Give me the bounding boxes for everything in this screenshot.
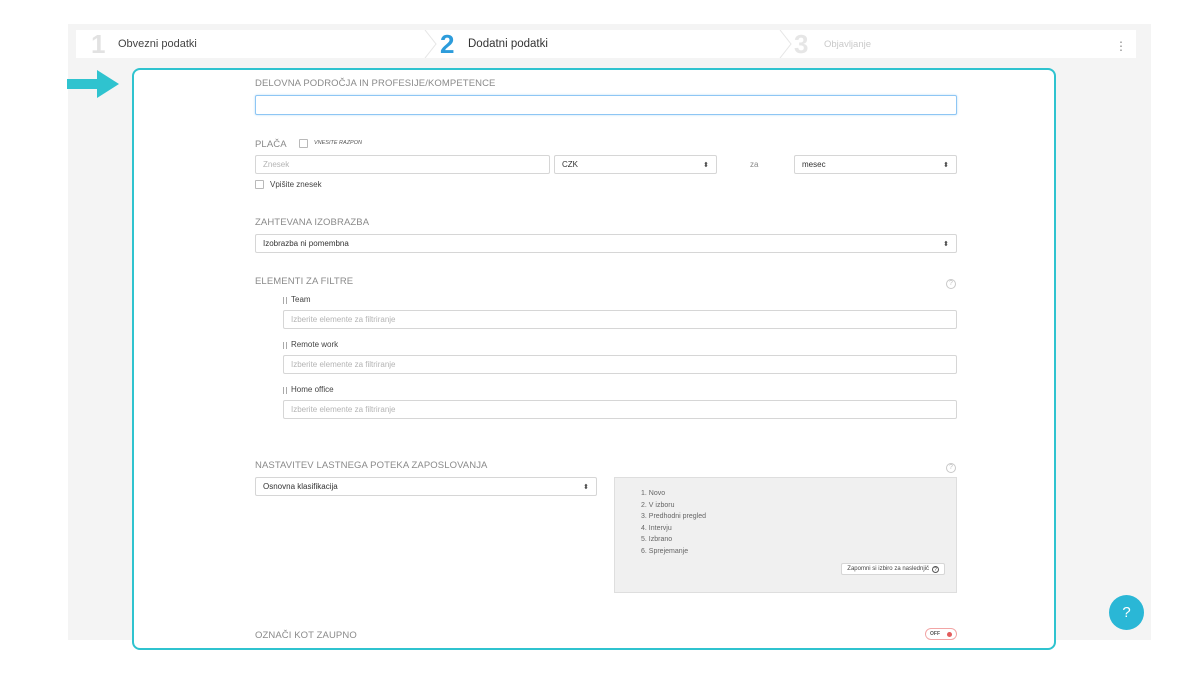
workflow-stage-list: 1. Novo 2. V izboru 3. Predhodni pregled… [641,488,706,557]
question-icon: ? [1122,604,1131,621]
remember-choice-label: Zapomni si izbiro za naslednjič [847,566,929,572]
confidential-title: OZNAČI KOT ZAUPNO [255,630,357,641]
enter-amount-label: Vpišite znesek [270,180,322,189]
workflow-title: NASTAVITEV LASTNEGA POTEKA ZAPOSLOVANJA [255,460,488,471]
additional-data-card: DELOVNA PODROČJA IN PROFESIJE/KOMPETENCE… [132,68,1056,650]
workflow-stage: 2. V izboru [641,501,675,509]
select-arrows-icon: ⬍ [943,240,949,248]
step-label: Dodatni podatki [468,38,548,50]
salary-range-checkbox[interactable] [299,139,308,148]
drag-handle-icon[interactable] [283,342,287,349]
toggle-label: OFF [930,631,940,637]
areas-input[interactable] [255,95,957,115]
filter-input-remote-work[interactable]: Izberite elemente za filtriranje [283,355,957,374]
workflow-stages-panel: 1. Novo 2. V izboru 3. Predhodni pregled… [614,477,957,593]
education-select[interactable]: Izobrazba ni pomembna ⬍ [255,234,957,253]
salary-title: PLAČA [255,139,287,150]
workflow-stage: 4. Intervju [641,524,672,532]
drag-handle-icon[interactable] [283,297,287,304]
toggle-knob [947,631,952,637]
confidential-toggle[interactable]: OFF [925,628,957,640]
period-select[interactable]: mesec ⬍ [794,155,957,174]
enter-amount-checkbox[interactable] [255,180,264,189]
step-separator [424,30,437,58]
salary-per-label: za [750,160,759,169]
salary-amount-input[interactable]: Znesek [255,155,550,174]
step-label: Obvezni podatki [118,38,197,50]
workflow-stage: 6. Sprejemanje [641,547,689,555]
select-arrows-icon: ⬍ [583,483,589,491]
help-button[interactable]: ? [1109,595,1144,630]
step-label: Objavljanje [824,39,871,50]
step-separator [779,30,792,58]
wizard-step-3[interactable]: 3 Objavljanje [792,29,1092,59]
remember-choice-button[interactable]: Zapomni si izbiro za naslednjič ? [841,563,945,575]
kebab-menu-icon[interactable]: ⋮ [1113,38,1129,54]
wizard-steps: 1 Obvezni podatki 2 Dodatni podatki 3 Ob… [76,29,1136,59]
education-title: ZAHTEVANA IZOBRAZBA [255,217,370,228]
pointer-arrow-icon [67,70,119,98]
filter-label-team: Team [291,295,311,304]
filter-input-home-office[interactable]: Izberite elemente za filtriranje [283,400,957,419]
workflow-stage: 1. Novo [641,490,666,497]
filter-input-team[interactable]: Izberite elemente za filtriranje [283,310,957,329]
step-number: 1 [91,29,106,59]
filters-title: ELEMENTI ZA FILTRE [255,276,354,287]
workflow-stage: 5. Izbrano [641,536,673,543]
select-arrows-icon: ⬍ [703,161,709,169]
workflow-help-icon[interactable]: ? [946,463,956,473]
workflow-stage: 3. Predhodni pregled [641,513,706,520]
drag-handle-icon[interactable] [283,387,287,394]
filter-label-remote-work: Remote work [291,340,339,349]
question-icon: ? [932,565,939,573]
currency-select[interactable]: CZK ⬍ [554,155,717,174]
select-arrows-icon: ⬍ [943,161,949,169]
wizard-step-1[interactable]: 1 Obvezni podatki [76,29,428,59]
filter-label-home-office: Home office [291,385,334,394]
areas-title: DELOVNA PODROČJA IN PROFESIJE/KOMPETENCE [255,78,496,89]
step-number: 3 [794,29,809,59]
salary-range-label: VNESITE RAZPON [314,140,362,146]
step-number: 2 [440,29,455,59]
workflow-select[interactable]: Osnovna klasifikacija ⬍ [255,477,597,496]
filters-help-icon[interactable]: ? [946,279,956,289]
wizard-step-2[interactable]: 2 Dodatni podatki [438,29,778,59]
